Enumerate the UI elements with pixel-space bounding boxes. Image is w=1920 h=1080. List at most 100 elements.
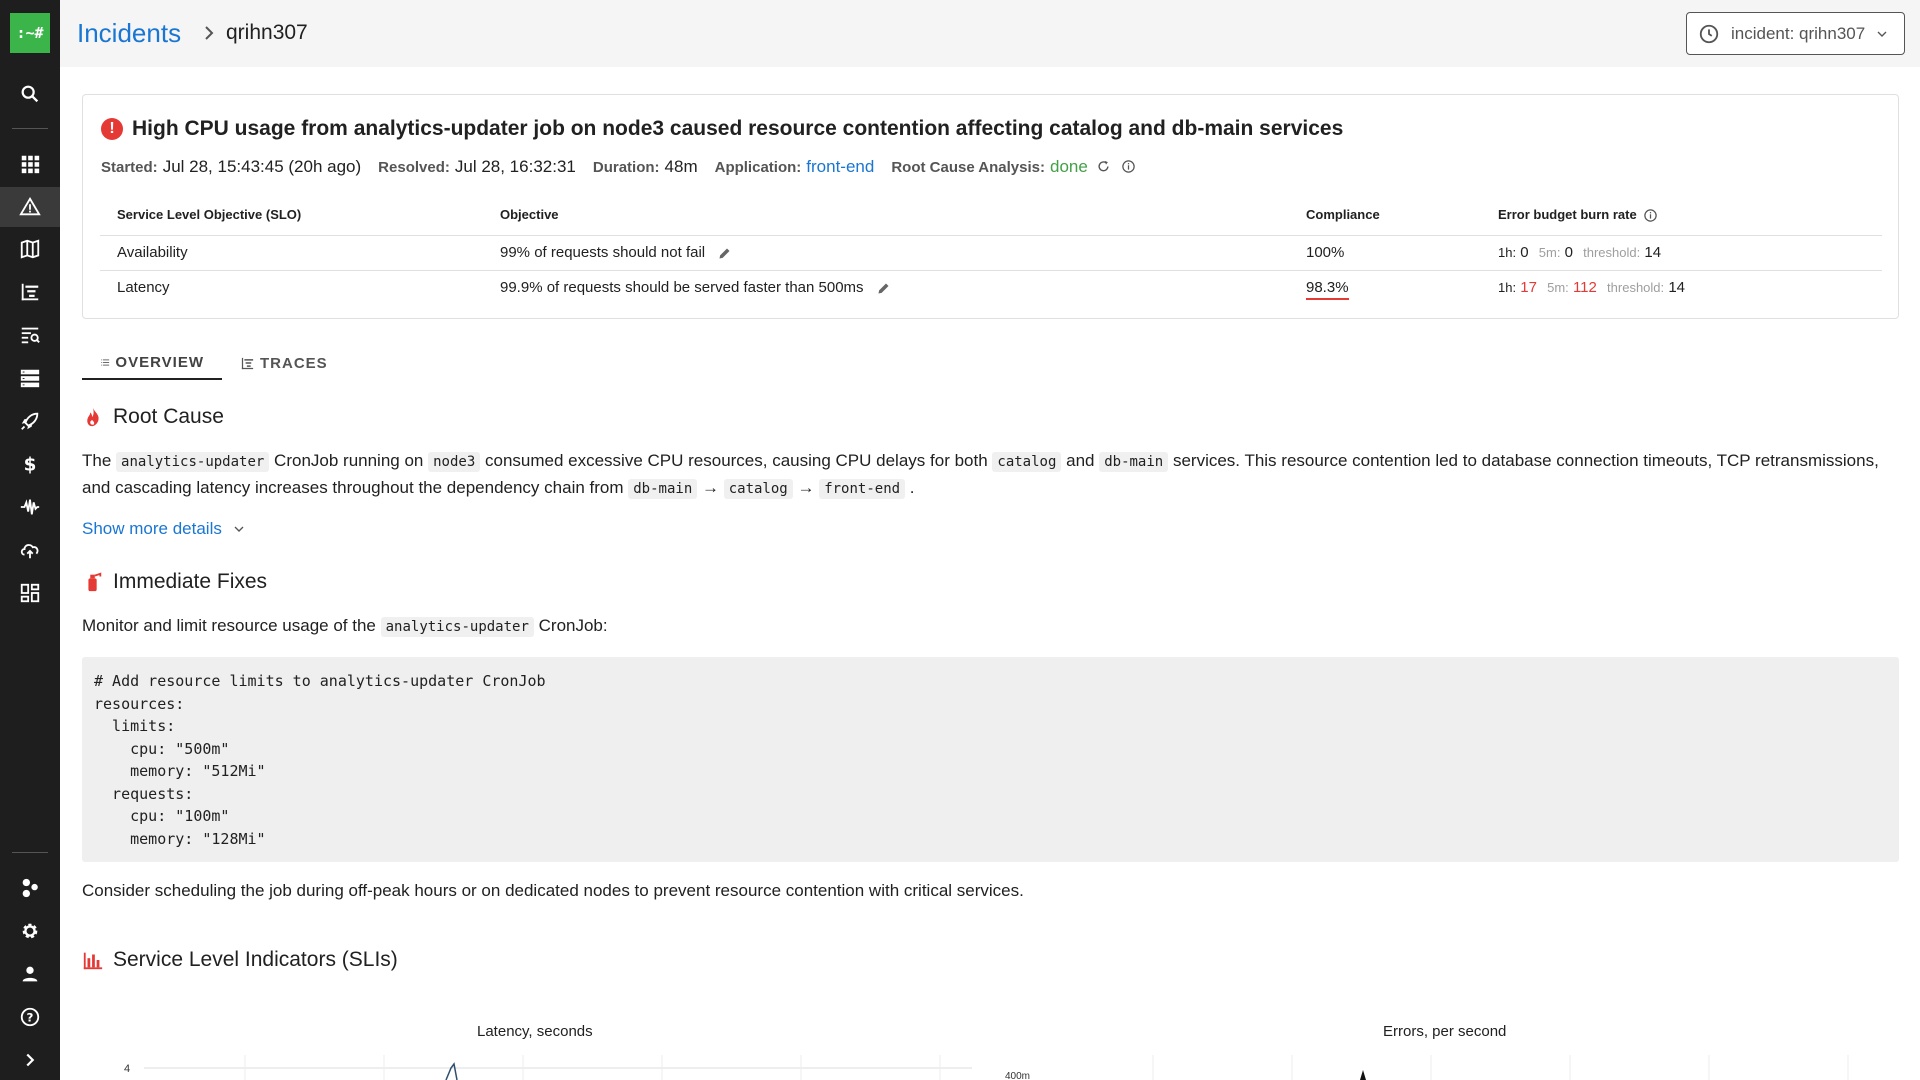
info-icon[interactable] [1121,159,1136,174]
threshold-value: 14 [1668,279,1685,297]
clock-icon [1699,24,1719,43]
fire-icon [87,407,99,427]
dollar-icon[interactable]: $ [0,444,60,484]
text-span: CronJob: [533,616,608,635]
inline-code: catalog [992,452,1062,472]
integrations-icon[interactable] [0,868,60,908]
info-icon[interactable] [1643,208,1658,223]
threshold-value: 14 [1644,244,1662,261]
slo-header-burn-rate: Error budget burn rate [1481,195,1882,236]
show-more-details[interactable]: Show more details [82,519,247,539]
latency-chart: 4 [124,1055,972,1080]
threshold-label: threshold: [1607,280,1665,296]
slo-header-burn-rate-label: Error budget burn rate [1498,206,1637,222]
chevron-down-icon [234,526,244,532]
text-span: and [1061,451,1100,470]
app-logo[interactable]: :~# [10,13,50,53]
gear-icon[interactable] [0,911,60,951]
slo-burn-rate: 1h: 0 5m: 0 threshold: 14 [1481,235,1882,271]
application-link[interactable]: front-end [806,157,874,177]
waveform-icon[interactable] [0,487,60,527]
server-icon[interactable] [0,358,60,398]
chevron-right-icon [205,26,214,40]
expand-icon[interactable] [0,1040,60,1080]
refresh-icon[interactable] [1096,159,1111,174]
root-cause-text: The analytics-updater CronJob running on… [82,448,1882,502]
breadcrumb-incidents[interactable]: Incidents [77,18,181,49]
resolved-label: Resolved: [378,159,450,176]
pencil-icon[interactable] [717,246,732,261]
slo-header-compliance: Compliance [1289,195,1481,236]
bar-chart-icon [83,952,103,970]
table-row: Latency 99.9% of requests should be serv… [100,270,1882,305]
user-icon[interactable] [0,954,60,994]
errors-series-area [1360,1070,1366,1080]
incident-meta: Started: Jul 28, 15:43:45 (20h ago) Reso… [101,157,1146,177]
burn-1h-value: 17 [1520,279,1537,297]
map-icon[interactable] [0,229,60,269]
pencil-icon[interactable] [876,281,891,296]
slo-compliance: 100% [1289,235,1481,271]
table-row: Availability 99% of requests should not … [100,235,1882,271]
slo-objective-text: 99.9% of requests should be served faste… [500,279,864,297]
inline-code: catalog [723,479,793,499]
incident-title-text: High CPU usage from analytics-updater jo… [132,117,1344,140]
tracing-icon[interactable] [0,272,60,312]
started-value: Jul 28, 15:43:45 (20h ago) [162,157,362,176]
tab-traces[interactable]: TRACES [222,347,346,380]
slo-objective: 99% of requests should not fail [483,235,1289,271]
help-icon[interactable]: ? [0,997,60,1037]
burn-5m-label: 5m: [1538,245,1561,260]
fixes-outro: Consider scheduling the job during off-p… [82,881,1024,900]
inline-code: db-main [628,479,698,499]
inline-code: front-end [819,479,906,499]
burn-5m-value: 0 [1564,244,1573,261]
incident-selector[interactable]: incident: qrihn307 [1686,12,1905,55]
duration-value: 48m [664,157,698,176]
latency-series-line [445,1062,458,1080]
dashboard-icon[interactable] [0,573,60,613]
slo-objective-text: 99% of requests should not fail [500,244,706,261]
application-label: Application: [714,159,802,176]
tracing-icon [241,357,254,370]
slo-compliance-value: 98.3% [1306,279,1349,301]
show-more-label: Show more details [82,519,222,538]
slo-table: Service Level Objective (SLO) Objective … [100,195,1882,305]
incident-title: ! High CPU usage from analytics-updater … [101,117,1343,141]
errors-chart-title: Errors, per second [1383,1023,1507,1040]
rocket-icon[interactable] [0,401,60,441]
duration-label: Duration: [592,159,660,176]
tab-overview-label: OVERVIEW [115,354,204,371]
error-icon: ! [101,118,123,140]
log-search-icon[interactable] [0,315,60,355]
tab-overview[interactable]: OVERVIEW [82,347,222,380]
burn-1h-label: 1h: [1498,245,1517,260]
sidebar: :~# $ ? [0,0,60,1080]
inline-code: analytics-updater [116,452,270,472]
immediate-fixes-heading: Immediate Fixes [82,570,267,594]
burn-1h-label: 1h: [1498,280,1517,296]
top-header: Incidents qrihn307 incident: qrihn307 [60,0,1920,67]
warning-icon[interactable] [0,187,60,227]
latency-chart-title: Latency, seconds [477,1023,593,1040]
sidebar-divider [12,852,48,853]
incident-card: ! High CPU usage from analytics-updater … [82,94,1899,319]
cloud-sync-icon[interactable] [0,530,60,570]
search-icon[interactable] [0,74,60,114]
slo-name: Latency [117,279,170,297]
slo-header-objective: Objective [483,195,1289,236]
breadcrumb-current: qrihn307 [226,21,308,44]
burn-5m-value: 112 [1572,279,1597,297]
tabs: OVERVIEW TRACES [82,347,346,380]
resolved-value: Jul 28, 16:32:31 [454,157,576,176]
inline-code: node3 [428,452,481,472]
apps-grid-icon[interactable] [0,144,60,184]
arrow-text: → [697,478,724,497]
slo-objective: 99.9% of requests should be served faste… [483,270,1289,305]
slo-compliance: 98.3% [1289,270,1481,305]
rca-label: Root Cause Analysis: [891,159,1045,176]
inline-code: db-main [1099,452,1169,472]
threshold-label: threshold: [1583,245,1641,260]
sli-heading-text: Service Level Indicators (SLIs) [113,948,398,971]
code-block: # Add resource limits to analytics-updat… [82,657,1899,862]
